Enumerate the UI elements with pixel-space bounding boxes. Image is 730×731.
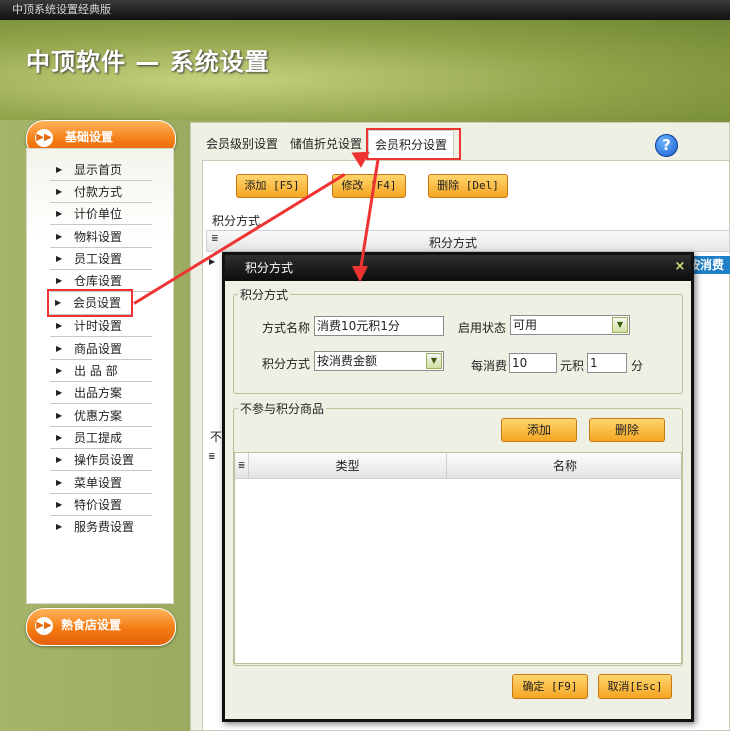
chevron-down-icon: ▼ [612,317,628,333]
arrow-right-icon: ▶ [56,187,63,196]
arrow-right-icon: ▶ [56,254,63,263]
row-indicator-icon: ≣ [235,453,249,479]
status-label: 启用状态 [458,321,507,335]
points-unit-label: 分 [631,359,644,373]
sidebar-item-member[interactable]: ▶ 会员设置 [47,289,133,317]
arrow-right-icon: ▶ [56,411,63,420]
column-header-name[interactable]: 名称 [447,453,683,479]
help-icon[interactable]: ? [655,134,678,157]
deli-settings-label: 熟食店设置 [61,618,122,632]
confirm-button[interactable]: 确定 [F9] [512,674,588,699]
arrow-right-icon: ▶ [56,388,63,397]
sidebar-item-discount-plan[interactable]: ▶ 优惠方案 [50,405,152,427]
excluded-goods-grid: ≣ 类型 名称 [234,452,682,664]
window-title: 中顶系统设置经典版 [12,3,111,16]
points-method-select[interactable]: 按消费金额 ▼ [314,351,444,371]
chevron-down-icon: ▼ [426,353,442,369]
per-spend-input[interactable]: 10 [509,353,557,373]
sidebar-item-material[interactable]: ▶ 物料设置 [50,226,152,248]
yuan-points-label: 元积 [560,359,585,373]
arrow-right-icon: ▶ [56,276,63,285]
excluded-goods-grid-header: ≣ 类型 名称 [235,453,681,479]
tab-member-level[interactable]: 会员级别设置 [206,130,278,158]
play-icon: ▶▶ [35,617,53,635]
sidebar-item-output-plan[interactable]: ▶ 出品方案 [50,382,152,404]
sidebar-item-payment[interactable]: ▶ 付款方式 [50,181,152,203]
sidebar-item-warehouse[interactable]: ▶ 仓库设置 [50,270,152,292]
edit-button[interactable]: 修改 [F4] [332,174,406,198]
excluded-add-button[interactable]: 添加 [501,418,577,442]
points-method-group-title: 积分方式 [238,286,291,303]
points-method-group [233,294,683,394]
app-title: 中顶软件 — 系统设置 [26,48,270,76]
column-header-type[interactable]: 类型 [249,453,447,479]
sidebar-item-special-price[interactable]: ▶ 特价设置 [50,494,152,516]
sidebar-item-timing[interactable]: ▶ 计时设置 [50,315,152,337]
basic-settings-label: 基础设置 [65,130,114,144]
arrow-right-icon: ▶ [56,500,63,509]
tab-highlight-box [366,128,461,160]
per-spend-label: 每消费 [471,359,508,373]
arrow-right-icon: ▶ [56,478,63,487]
delete-button[interactable]: 删除 [Del] [428,174,508,198]
sidebar-item-unit[interactable]: ▶ 计价单位 [50,203,152,225]
excluded-goods-group-title: 不参与积分商品 [238,400,327,417]
points-method-grid-header: ≣ 积分方式 [206,230,730,252]
add-button[interactable]: 添加 [F5] [236,174,308,198]
play-icon: ▶▶ [35,129,53,147]
close-icon[interactable]: × [673,260,687,274]
arrow-right-icon: ▶ [55,298,62,307]
row-indicator-icon: ≣ [208,452,216,462]
arrow-right-icon: ▶ [56,165,63,174]
points-method-column-header: 积分方式 [429,236,478,250]
arrow-right-icon: ▶ [56,366,63,375]
points-input[interactable]: 1 [587,353,627,373]
sidebar-item-operator[interactable]: ▶ 操作员设置 [50,449,152,471]
cancel-button[interactable]: 取消[Esc] [598,674,672,699]
method-name-label: 方式名称 [262,321,311,335]
arrow-right-icon: ▶ [56,209,63,218]
points-method-section-label: 积分方式 [212,214,261,228]
status-select[interactable]: 可用 ▼ [510,315,630,335]
arrow-right-icon: ▶ [56,455,63,464]
deli-settings-header[interactable]: ▶▶ 熟食店设置 [26,608,176,646]
window-title-bar: 中顶系统设置经典版 [0,0,730,20]
sidebar-item-commission[interactable]: ▶ 员工提成 [50,427,152,449]
arrow-right-icon: ▶ [56,232,63,241]
excluded-delete-button[interactable]: 删除 [589,418,665,442]
sidebar-item-output-dept[interactable]: ▶ 出 品 部 [50,360,152,382]
points-method-label: 积分方式 [262,357,311,371]
sidebar-item-goods[interactable]: ▶ 商品设置 [50,338,152,360]
sidebar-item-staff[interactable]: ▶ 员工设置 [50,248,152,270]
sidebar-item-service-fee[interactable]: ▶ 服务费设置 [50,516,152,538]
arrow-right-icon: ▶ [56,522,63,531]
row-indicator-icon: ≣ [211,234,219,244]
arrow-right-icon: ▶ [56,344,63,353]
arrow-right-icon: ▶ [56,321,63,330]
dialog-title-bar: 积分方式 × [225,255,691,281]
excluded-section-label-partial: 不 [210,430,223,444]
annotation-arrowhead [352,266,368,282]
sidebar-item-menu[interactable]: ▶ 菜单设置 [50,472,152,494]
dialog-title: 积分方式 [245,261,294,275]
arrow-right-icon: ▶ [56,433,63,442]
method-name-input[interactable]: 消费10元积1分 [314,316,444,336]
sidebar-item-home[interactable]: ▶ 显示首页 [50,159,152,181]
